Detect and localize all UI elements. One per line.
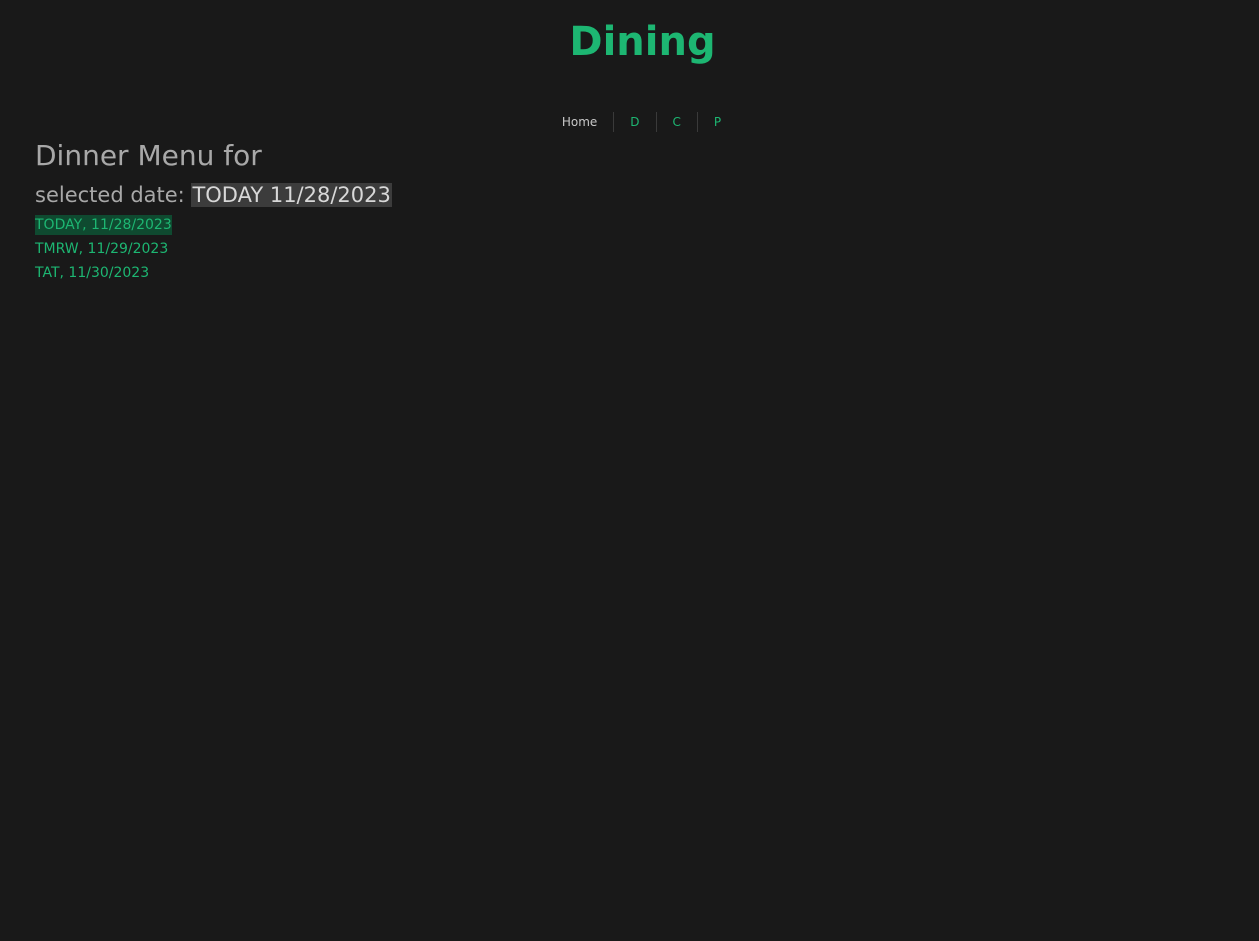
menu-content: Dinner Menu for selected date: TODAY 11/… <box>35 138 392 286</box>
selected-date-line: selected date: TODAY 11/28/2023 <box>35 180 392 210</box>
date-option-tat[interactable]: TAT, 11/30/2023 <box>35 263 149 283</box>
page: Dining Home D C P Dinner Menu for select… <box>0 0 1259 941</box>
list-item: TMRW, 11/29/2023 <box>35 238 392 262</box>
nav-item-d[interactable]: D <box>613 112 655 132</box>
date-option-today[interactable]: TODAY, 11/28/2023 <box>35 215 172 235</box>
top-nav: Home D C P <box>0 112 1259 132</box>
selected-date-label: selected date: <box>35 183 192 207</box>
nav-item-c[interactable]: C <box>655 112 697 132</box>
nav-item-home[interactable]: Home <box>546 112 613 132</box>
selected-date-value: TODAY 11/28/2023 <box>191 183 392 207</box>
list-item: TAT, 11/30/2023 <box>35 262 392 286</box>
date-option-tmrw[interactable]: TMRW, 11/29/2023 <box>35 239 168 259</box>
list-item: TODAY, 11/28/2023 <box>35 214 392 238</box>
nav-item-p[interactable]: P <box>696 112 737 132</box>
menu-heading: Dinner Menu for <box>35 139 262 172</box>
site-title: Dining <box>569 19 716 65</box>
date-list: TODAY, 11/28/2023 TMRW, 11/29/2023 TAT, … <box>35 214 392 286</box>
